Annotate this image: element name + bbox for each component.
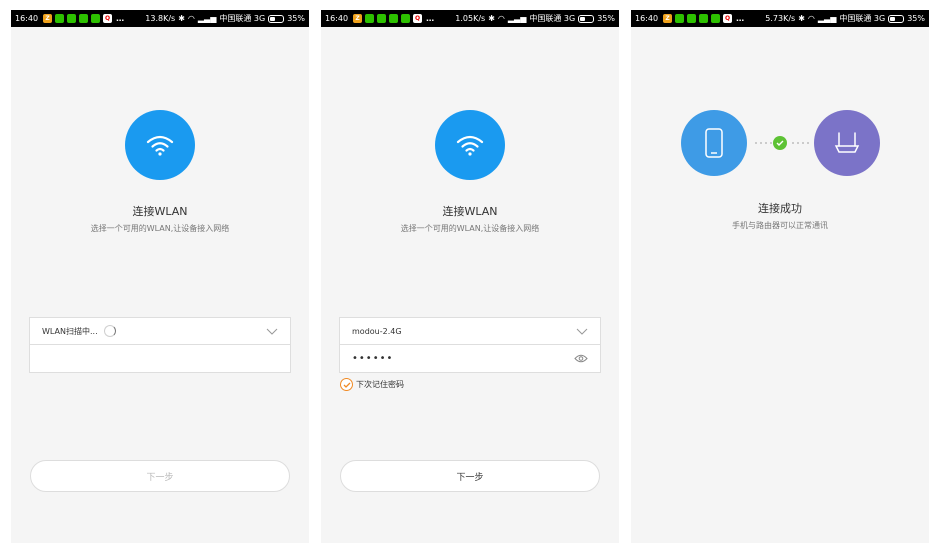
bluetooth-icon: ✱ (178, 14, 185, 23)
status-time: 16:40 (635, 14, 659, 23)
carrier-name: 中国联通 3G (839, 14, 886, 23)
wechat-icon (67, 14, 77, 23)
wechat-icon (91, 14, 101, 23)
page-subtitle: 手机与路由器可以正常通讯 (732, 221, 828, 230)
status-time: 16:40 (15, 14, 39, 23)
status-bar: 16:40 Z Q … 5.73K/s ✱ ◠ ▂▃▅ 中国联通 3G 35% (631, 10, 929, 27)
connection-line (792, 142, 809, 144)
chevron-down-icon (576, 328, 588, 335)
qq-icon: Q (723, 14, 733, 23)
status-bar: 16:40 Z Q … 1.05K/s ✱ ◠ ▂▃▅ 中国联通 3G 35% (321, 10, 619, 27)
wifi-network-select[interactable]: WLAN扫描中... (29, 317, 291, 345)
screen-wlan-scanning: 16:40 Z Q … 13.8K/s ✱ ◠ ▂▃▅ 中国联通 3G 35% … (11, 10, 309, 543)
wifi-signal-icon: ◠ (187, 14, 195, 23)
eye-icon[interactable] (574, 354, 588, 363)
wechat-icon (79, 14, 89, 23)
router-icon (814, 110, 880, 176)
network-speed: 13.8K/s (145, 14, 176, 23)
check-icon[interactable] (340, 378, 353, 391)
smartphone-icon (681, 110, 747, 176)
wechat-icon (377, 14, 387, 23)
more-notifications-icon: … (736, 14, 745, 23)
check-icon (773, 136, 787, 150)
notification-icons: Z Q … (43, 14, 124, 23)
cell-signal-icon: ▂▃▅ (197, 14, 217, 23)
page-title: 连接WLAN (442, 205, 498, 218)
screen-connect-success: 16:40 Z Q … 5.73K/s ✱ ◠ ▂▃▅ 中国联通 3G 35% … (631, 10, 929, 543)
wechat-icon (687, 14, 697, 23)
wechat-icon (389, 14, 399, 23)
network-speed: 1.05K/s (455, 14, 486, 23)
more-notifications-icon: … (116, 14, 125, 23)
wechat-icon (711, 14, 721, 23)
network-speed: 5.73K/s (765, 14, 796, 23)
app-notification-icon: Z (353, 14, 363, 23)
screen-wlan-password: 16:40 Z Q … 1.05K/s ✱ ◠ ▂▃▅ 中国联通 3G 35% … (321, 10, 619, 543)
app-notification-icon: Z (663, 14, 673, 23)
wechat-icon (675, 14, 685, 23)
battery-percent: 35% (287, 14, 305, 23)
page-subtitle: 选择一个可用的WLAN,让设备接入网络 (90, 224, 230, 233)
app-notification-icon: Z (43, 14, 53, 23)
next-button[interactable]: 下一步 (340, 460, 600, 492)
chevron-down-icon (266, 328, 278, 335)
connection-line (755, 142, 772, 144)
cell-signal-icon: ▂▃▅ (817, 14, 837, 23)
remember-password-option[interactable]: 下次记住密码 (340, 378, 404, 391)
wechat-icon (55, 14, 65, 23)
password-value: •••••• (352, 353, 394, 364)
wechat-icon (401, 14, 411, 23)
page-title: 连接成功 (758, 202, 802, 215)
wifi-select-value: modou-2.4G (352, 326, 402, 336)
carrier-name: 中国联通 3G (529, 14, 576, 23)
battery-icon (268, 14, 285, 23)
battery-icon (888, 14, 905, 23)
wifi-signal-icon: ◠ (807, 14, 815, 23)
status-time: 16:40 (325, 14, 349, 23)
password-field[interactable]: •••••• (339, 345, 601, 373)
wechat-icon (699, 14, 709, 23)
password-field[interactable] (29, 345, 291, 373)
status-bar: 16:40 Z Q … 13.8K/s ✱ ◠ ▂▃▅ 中国联通 3G 35% (11, 10, 309, 27)
bluetooth-icon: ✱ (798, 14, 805, 23)
notification-icons: Z Q … (663, 14, 744, 23)
next-button[interactable]: 下一步 (30, 460, 290, 492)
wifi-icon (435, 110, 505, 180)
notification-icons: Z Q … (353, 14, 434, 23)
page-subtitle: 选择一个可用的WLAN,让设备接入网络 (400, 224, 540, 233)
bluetooth-icon: ✱ (488, 14, 495, 23)
wechat-icon (365, 14, 375, 23)
qq-icon: Q (413, 14, 423, 23)
wifi-signal-icon: ◠ (497, 14, 505, 23)
loading-spinner-icon (103, 325, 116, 337)
battery-percent: 35% (597, 14, 615, 23)
carrier-name: 中国联通 3G (219, 14, 266, 23)
wifi-icon (125, 110, 195, 180)
remember-password-label: 下次记住密码 (356, 380, 404, 389)
page-title: 连接WLAN (132, 205, 188, 218)
wifi-network-select[interactable]: modou-2.4G (339, 317, 601, 345)
qq-icon: Q (103, 14, 113, 23)
wifi-select-value: WLAN扫描中... (42, 326, 98, 336)
battery-icon (578, 14, 595, 23)
cell-signal-icon: ▂▃▅ (507, 14, 527, 23)
battery-percent: 35% (907, 14, 925, 23)
more-notifications-icon: … (426, 14, 435, 23)
